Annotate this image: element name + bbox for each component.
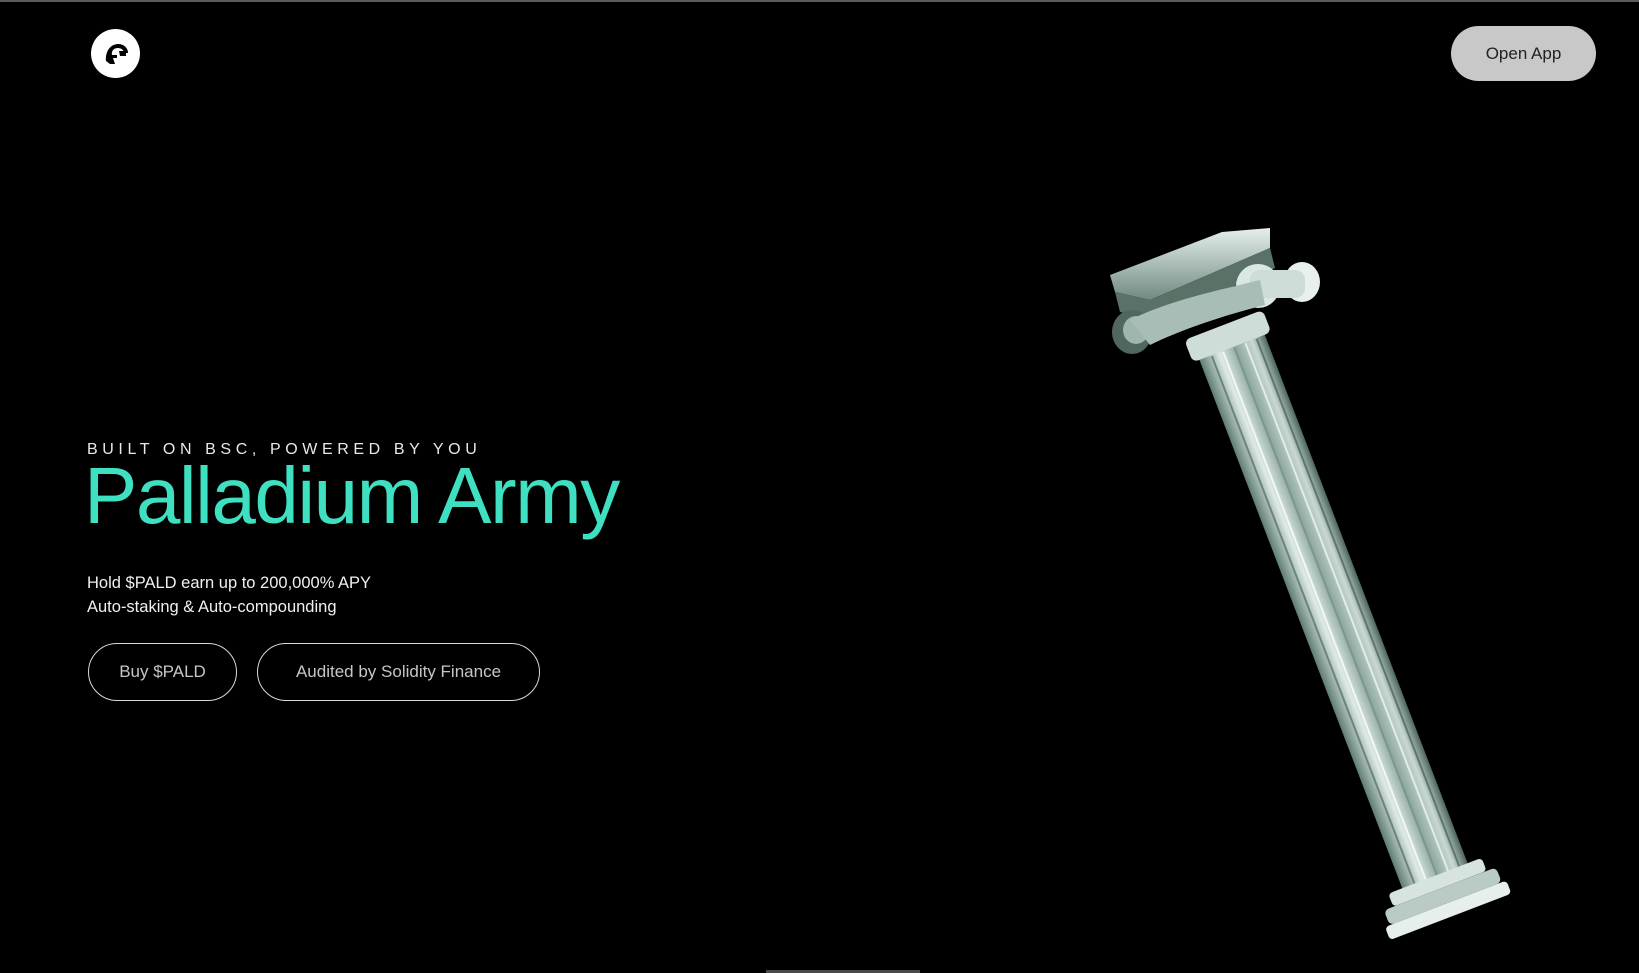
hero-title: Palladium Army bbox=[84, 451, 620, 540]
hero-subtext-line-1: Hold $PALD earn up to 200,000% APY bbox=[87, 574, 372, 592]
hero-subtext: Hold $PALD earn up to 200,000% APY Auto-… bbox=[87, 571, 371, 619]
home-logo-link[interactable] bbox=[91, 29, 140, 78]
hero-subtext-line-2: Auto-staking & Auto-compounding bbox=[87, 598, 337, 616]
top-border bbox=[0, 0, 1639, 2]
open-app-button[interactable]: Open App bbox=[1451, 26, 1596, 81]
audit-link-button[interactable]: Audited by Solidity Finance bbox=[257, 643, 540, 701]
spartan-helmet-icon bbox=[105, 43, 128, 64]
ionic-column-icon bbox=[1110, 228, 1511, 939]
buy-pald-button[interactable]: Buy $PALD bbox=[88, 643, 237, 701]
